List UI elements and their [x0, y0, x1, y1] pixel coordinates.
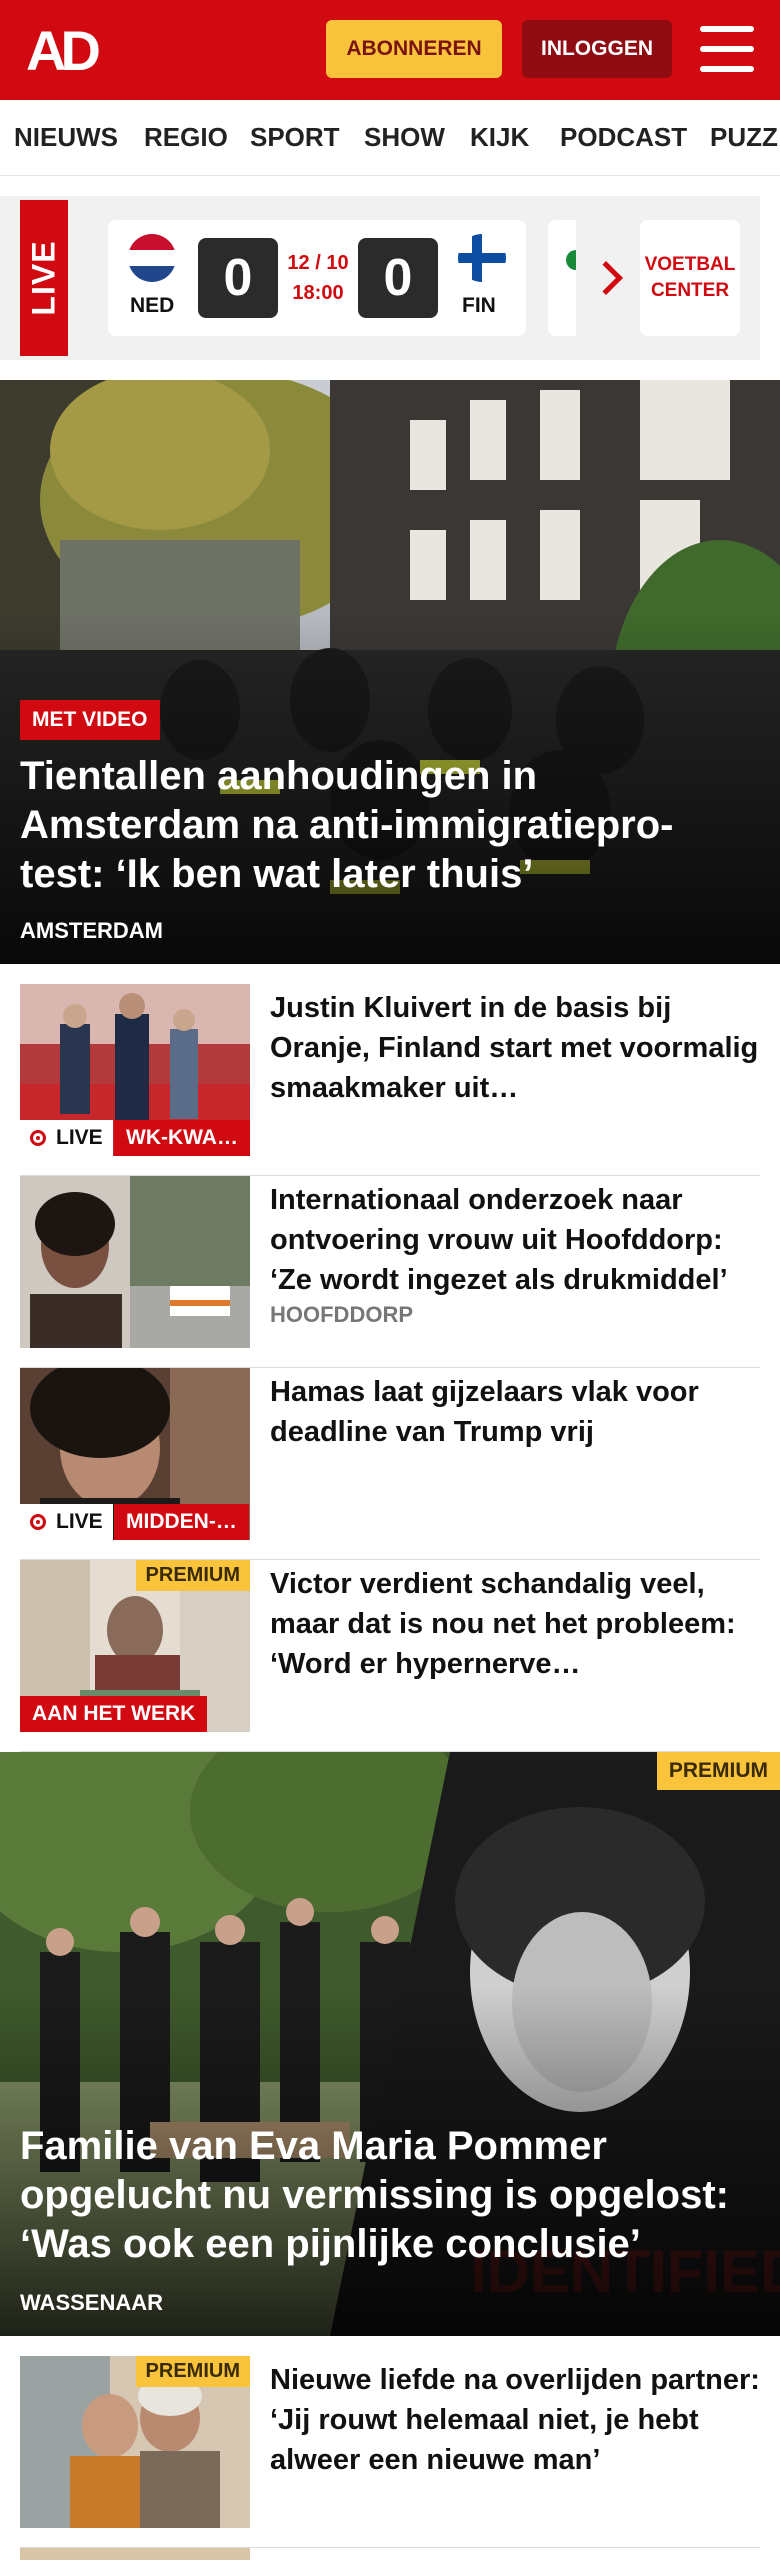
category-label: AAN HET WERK: [20, 1696, 208, 1732]
hero-title[interactable]: Tientallen aanhoudingen in Amsterdam na …: [20, 752, 740, 899]
list-item[interactable]: PREMIUM AAN HET WERK Victor verdient sch…: [20, 1560, 760, 1752]
list-item[interactable]: Internationaal onderzoek naar ontvoering…: [20, 1176, 760, 1368]
hamburger-menu-icon[interactable]: [700, 26, 754, 72]
premium-badge: PREMIUM: [135, 1560, 250, 1591]
nav-item-regio[interactable]: REGIO: [144, 122, 228, 153]
article-thumbnail: LIVE MIDDEN-…: [20, 1368, 250, 1540]
article-location: HOOFDDORP: [270, 1302, 413, 1327]
video-badge: MET VIDEO: [20, 700, 160, 740]
article-title[interactable]: Internationaal onderzoek naar ontvoering…: [270, 1180, 760, 1300]
article-thumbnail: LIVE WK-KWA…: [20, 984, 250, 1156]
site-header: AD ABONNEREN INLOGGEN: [0, 0, 780, 100]
nav-item-show[interactable]: SHOW: [364, 122, 445, 153]
nav-item-kijk[interactable]: KIJK: [470, 122, 529, 153]
chevron-right-icon[interactable]: [589, 261, 623, 295]
category-label: WK-KWA…: [114, 1120, 250, 1156]
ad-logo[interactable]: AD: [26, 23, 101, 79]
article-thumbnail: PREMIUM: [20, 2356, 250, 2528]
article-title[interactable]: Victor verdient schandalig veel, maar da…: [270, 1564, 760, 1684]
home-team: NED: [130, 294, 175, 317]
article-title[interactable]: Justin Kluivert in de basis bij Oranje, …: [270, 988, 760, 1108]
article-thumbnail: [20, 1176, 250, 1348]
login-button[interactable]: INLOGGEN: [522, 20, 672, 78]
away-score: 0: [358, 238, 438, 318]
live-score-strip: LIVE NED 0 12 / 10 18:00 0 FIN VOETBAL C…: [0, 196, 760, 360]
live-tag: LIVE: [20, 200, 68, 356]
voetbal-center-link[interactable]: VOETBAL CENTER: [640, 220, 740, 336]
hero-title[interactable]: Familie van Eva Maria Pommer opgelucht n…: [20, 2122, 750, 2269]
live-label: LIVE: [20, 1504, 113, 1540]
match-datetime: 12 / 10 18:00: [287, 252, 349, 304]
live-label: LIVE: [20, 1120, 113, 1156]
nav-item-puzzel[interactable]: PUZZ: [710, 122, 778, 153]
list-item[interactable]: LIVE MIDDEN-… Hamas laat gijzelaars vlak…: [20, 1368, 760, 1560]
article-title[interactable]: Nieuwe liefde na overlijden partner: ‘Ji…: [270, 2360, 760, 2480]
hero-article-amsterdam[interactable]: MET VIDEO Tientallen aanhoudingen in Ams…: [0, 380, 780, 964]
nav-item-podcast[interactable]: PODCAST: [560, 122, 687, 153]
premium-badge: PREMIUM: [656, 1752, 780, 1790]
article-thumbnail: PREMIUM AAN HET WERK: [20, 1560, 250, 1732]
home-score: 0: [198, 238, 278, 318]
list-item[interactable]: LIVE WK-KWA… Justin Kluivert in de basis…: [20, 984, 760, 1176]
match-card[interactable]: NED 0 12 / 10 18:00 0 FIN: [108, 220, 526, 336]
finland-flag-icon: [458, 234, 506, 282]
section-nav: NIEUWS REGIO SPORT SHOW KIJK PODCAST PUZ…: [0, 100, 780, 176]
live-dot-icon: [30, 1514, 46, 1530]
netherlands-flag-icon: [128, 234, 176, 282]
away-team: FIN: [462, 294, 496, 317]
article-title[interactable]: Hamas laat gijzelaars vlak voor deadline…: [270, 1372, 760, 1452]
live-dot-icon: [30, 1130, 46, 1146]
hero-article-wassenaar[interactable]: IDENTIFIED PREMIUM Familie van Eva Maria…: [0, 1752, 780, 2336]
nav-item-nieuws[interactable]: NIEUWS: [14, 122, 118, 153]
next-article-thumbnail: [20, 2548, 250, 2560]
hero-location: AMSTERDAM: [20, 918, 163, 943]
subscribe-button[interactable]: ABONNEREN: [326, 20, 502, 78]
list-item[interactable]: PREMIUM Nieuwe liefde na overlijden part…: [20, 2356, 760, 2548]
category-label: MIDDEN-…: [114, 1504, 249, 1540]
hero-location: WASSENAAR: [20, 2290, 164, 2315]
nav-item-sport[interactable]: SPORT: [250, 122, 340, 153]
next-match-card[interactable]: [548, 220, 576, 336]
premium-badge: PREMIUM: [135, 2356, 250, 2387]
